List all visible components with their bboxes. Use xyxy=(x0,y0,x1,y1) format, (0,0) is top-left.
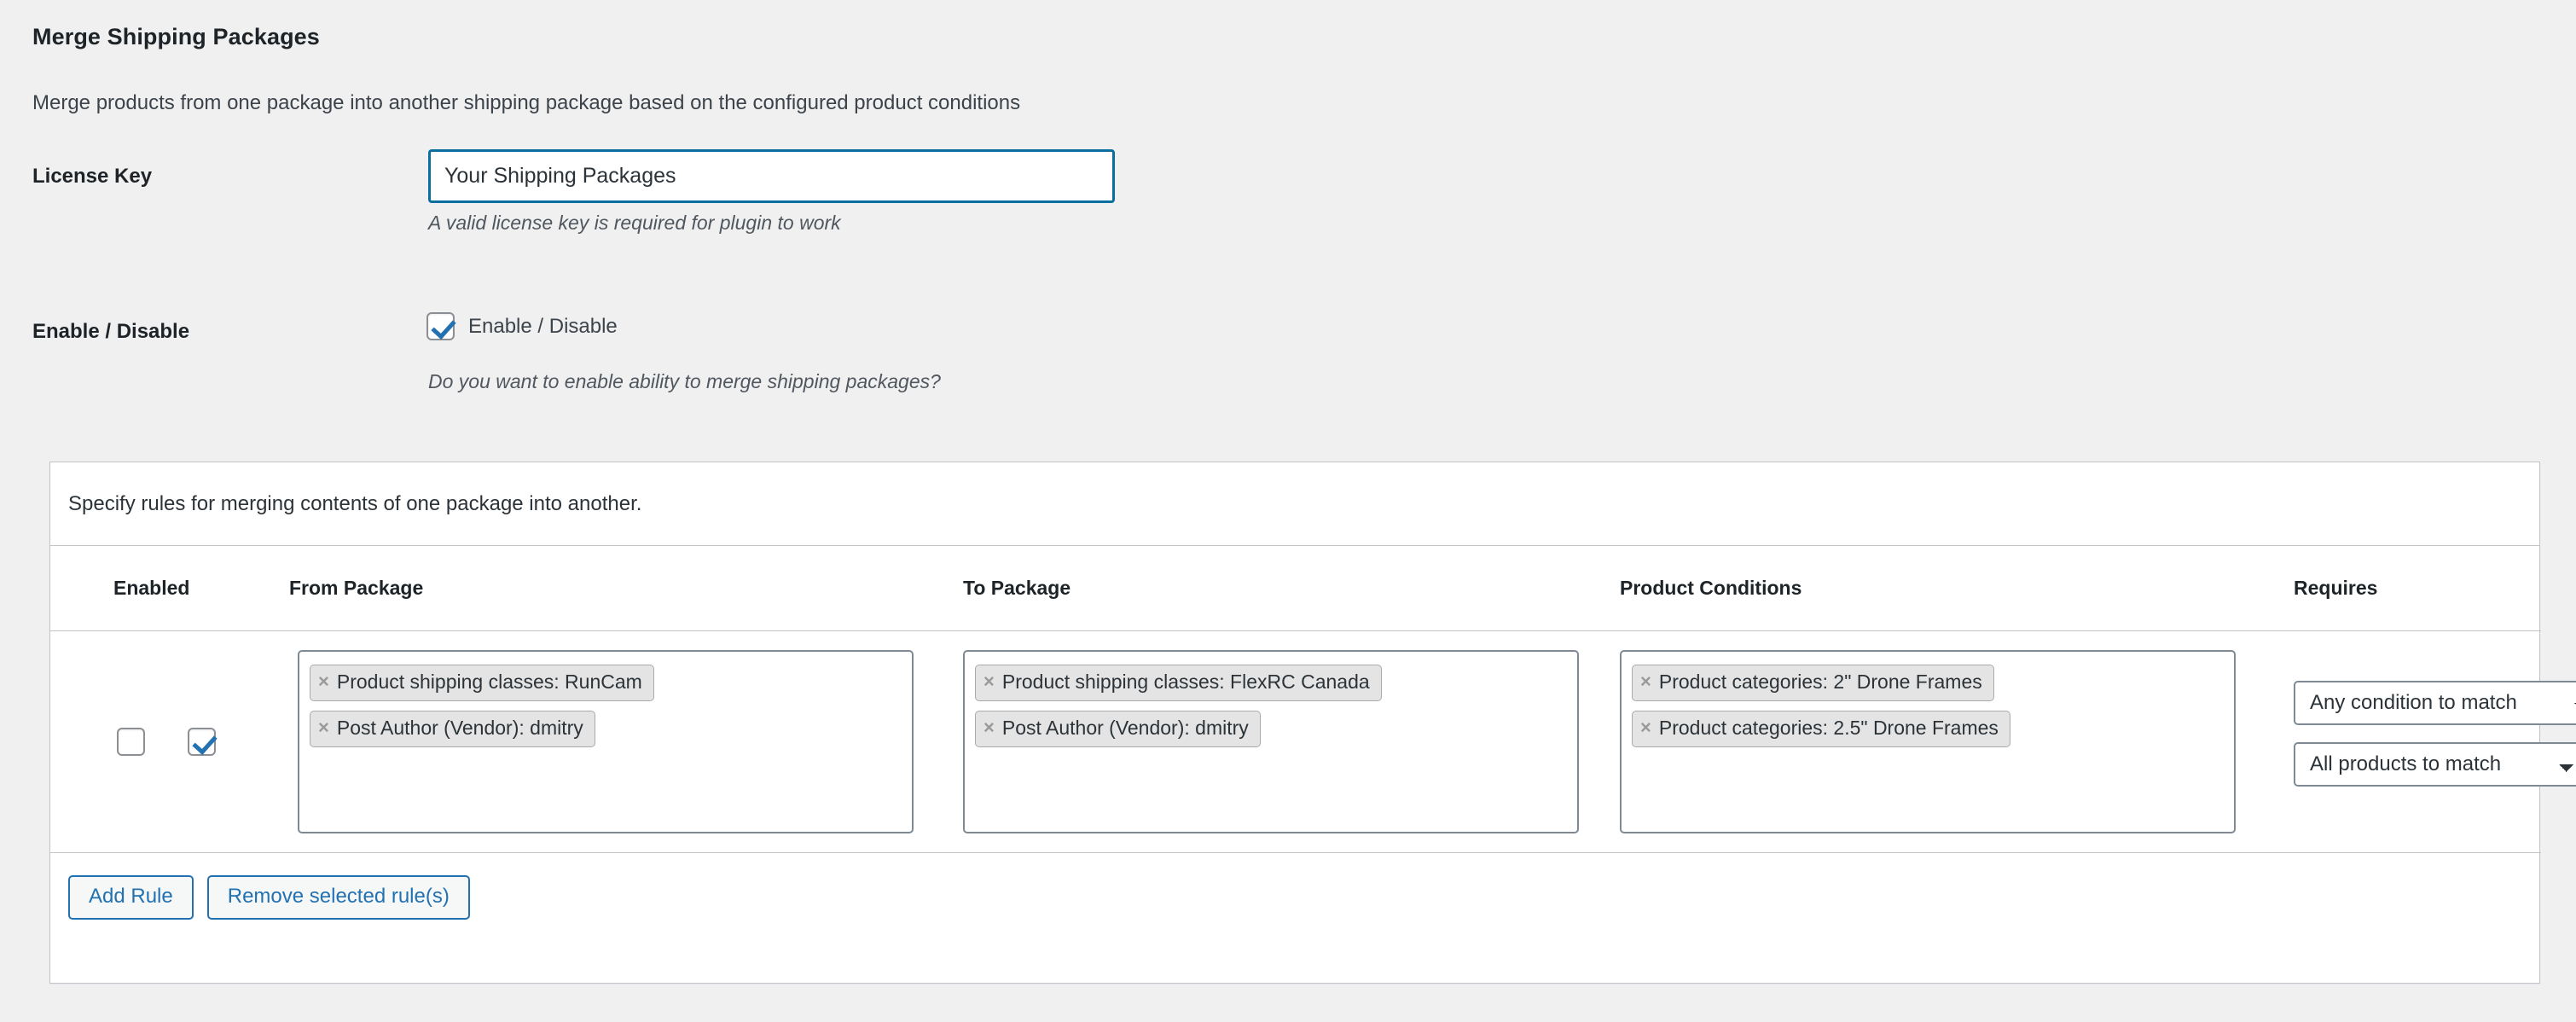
to-package-tag[interactable]: × Product shipping classes: FlexRC Canad… xyxy=(975,665,1382,701)
rules-table-header-row: Enabled From Package To Package Product … xyxy=(50,546,2541,631)
to-package-tag[interactable]: × Post Author (Vendor): dmitry xyxy=(975,710,1261,747)
column-header-requires: Requires xyxy=(2294,546,2541,631)
column-header-from-package: From Package xyxy=(289,546,963,631)
rule-enabled-checkbox[interactable] xyxy=(188,728,216,756)
from-package-cell: × Product shipping classes: RunCam × Pos… xyxy=(289,630,963,853)
add-rule-button[interactable]: Add Rule xyxy=(68,875,194,920)
rules-table: Enabled From Package To Package Product … xyxy=(50,546,2576,853)
rules-panel-intro: Specify rules for merging contents of on… xyxy=(50,462,2539,546)
product-conditions-tag-input[interactable]: × Product categories: 2" Drone Frames × … xyxy=(1620,650,2236,833)
product-condition-tag[interactable]: × Product categories: 2.5" Drone Frames xyxy=(1632,710,2010,747)
from-package-tag[interactable]: × Product shipping classes: RunCam xyxy=(310,665,654,701)
condition-match-select[interactable]: Any condition to match xyxy=(2294,680,2576,725)
enable-disable-checkbox-label: Enable / Disable xyxy=(468,314,618,338)
settings-page: Merge Shipping Packages Merge products f… xyxy=(0,0,2576,1022)
remove-tag-icon[interactable]: × xyxy=(1640,670,1651,694)
enable-disable-label: Enable / Disable xyxy=(32,320,190,343)
from-package-tag-input[interactable]: × Product shipping classes: RunCam × Pos… xyxy=(298,650,914,833)
remove-tag-icon[interactable]: × xyxy=(1640,716,1651,740)
product-condition-tag[interactable]: × Product categories: 2" Drone Frames xyxy=(1632,665,1994,701)
from-package-tag-label: Product shipping classes: RunCam xyxy=(336,671,642,693)
page-title: Merge Shipping Packages xyxy=(32,24,320,50)
enable-disable-help: Do you want to enable ability to merge s… xyxy=(428,370,941,392)
column-header-product-conditions: Product Conditions xyxy=(1620,546,2294,631)
requires-cell: Any condition to match All products to m… xyxy=(2294,630,2576,853)
rules-panel: Specify rules for merging contents of on… xyxy=(49,462,2576,984)
rule-select-checkbox[interactable] xyxy=(117,728,145,756)
column-header-enabled: Enabled xyxy=(50,546,289,631)
rules-panel-actions: Add Rule Remove selected rule(s) xyxy=(50,853,2539,920)
product-condition-tag-label: Product categories: 2.5" Drone Frames xyxy=(1658,716,1999,739)
enable-disable-checkbox[interactable] xyxy=(426,312,455,340)
license-key-input[interactable] xyxy=(428,149,1115,203)
column-header-to-package: To Package xyxy=(963,546,1620,631)
from-package-tag[interactable]: × Post Author (Vendor): dmitry xyxy=(310,710,595,747)
remove-tag-icon[interactable]: × xyxy=(983,670,995,694)
license-key-help: A valid license key is required for plug… xyxy=(428,212,841,234)
license-key-label: License Key xyxy=(32,165,153,188)
remove-tag-icon[interactable]: × xyxy=(318,716,329,740)
remove-tag-icon[interactable]: × xyxy=(983,716,995,740)
to-package-cell: × Product shipping classes: FlexRC Canad… xyxy=(963,630,1620,853)
page-description: Merge products from one package into ano… xyxy=(32,91,1021,114)
to-package-tag-input[interactable]: × Product shipping classes: FlexRC Canad… xyxy=(963,650,1579,833)
column-header-enabled-label: Enabled xyxy=(113,577,190,599)
from-package-tag-label: Post Author (Vendor): dmitry xyxy=(336,716,583,739)
to-package-tag-label: Product shipping classes: FlexRC Canada xyxy=(1001,671,1370,693)
remove-selected-rules-button[interactable]: Remove selected rule(s) xyxy=(206,875,470,920)
to-package-tag-label: Post Author (Vendor): dmitry xyxy=(1001,716,1249,739)
remove-tag-icon[interactable]: × xyxy=(318,670,329,694)
table-row: × Product shipping classes: RunCam × Pos… xyxy=(50,630,2576,853)
product-condition-tag-label: Product categories: 2" Drone Frames xyxy=(1658,671,1982,693)
product-conditions-cell: × Product categories: 2" Drone Frames × … xyxy=(1620,630,2294,853)
products-match-select[interactable]: All products to match xyxy=(2294,741,2576,787)
rule-toggles-cell xyxy=(50,630,289,853)
enable-disable-control[interactable]: Enable / Disable xyxy=(426,312,618,340)
